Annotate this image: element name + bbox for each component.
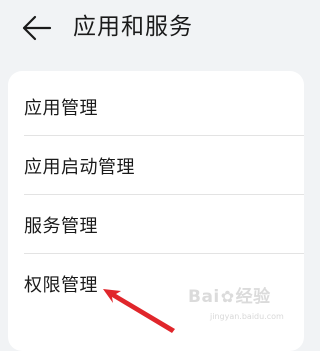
watermark-brand-right: 经验: [235, 287, 271, 307]
arrow-left-icon: [22, 15, 52, 41]
page-title: 应用和服务: [73, 14, 193, 40]
menu-item-label: 应用启动管理: [24, 156, 135, 178]
title-bar: 应用和服务: [0, 0, 304, 64]
menu-item-service-management[interactable]: 服务管理: [8, 195, 304, 254]
back-button[interactable]: [20, 13, 54, 43]
paw-icon: ✿: [220, 287, 235, 306]
watermark-url: jingyan.baidu.com: [210, 312, 284, 321]
menu-item-label: 权限管理: [24, 274, 98, 296]
baidu-watermark: Bai✿经验: [188, 282, 271, 307]
watermark-brand-left: Bai: [188, 287, 220, 307]
menu-item-app-management[interactable]: 应用管理: [8, 77, 304, 136]
menu-item-label: 应用管理: [24, 97, 98, 119]
menu-item-label: 服务管理: [24, 215, 98, 237]
menu-card: 应用管理 应用启动管理 服务管理 权限管理: [8, 71, 304, 351]
menu-item-app-launch-management[interactable]: 应用启动管理: [8, 136, 304, 195]
